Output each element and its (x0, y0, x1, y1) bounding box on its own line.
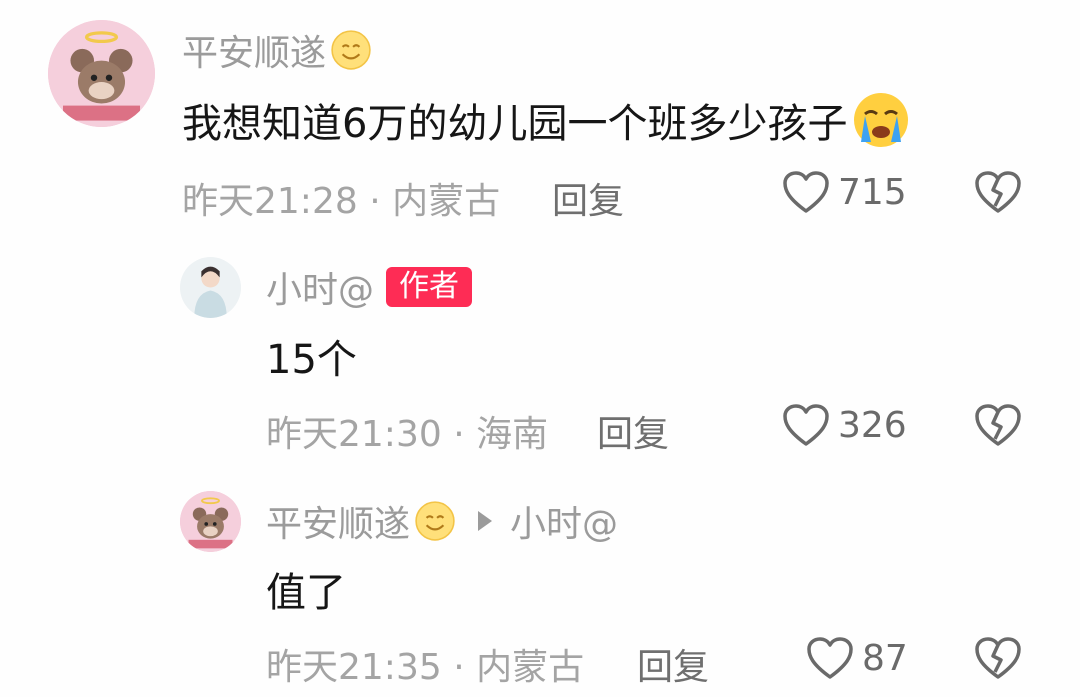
comment-text-content: 我想知道6万的幼儿园一个班多少孩子 (182, 101, 848, 147)
username-label: 平安顺遂 (266, 504, 411, 545)
comment-section: 平安顺遂 我想知道6万的幼儿园一个班多少孩子 昨天21:28 · 内蒙古 回复 … (0, 0, 1080, 697)
reply-target-username[interactable]: 小时@ (510, 495, 618, 547)
dislike-button[interactable] (974, 170, 1022, 214)
username[interactable]: 小时@ 作者 (266, 262, 473, 312)
username[interactable]: 平安顺遂 (182, 26, 372, 74)
like-count: 87 (862, 637, 908, 679)
heart-outline-icon (783, 404, 829, 446)
broken-heart-icon (975, 637, 1021, 679)
username-label: 小时@ (266, 270, 375, 311)
like-count: 326 (838, 404, 907, 446)
smiley-emoji-icon (330, 29, 372, 71)
heart-outline-icon (783, 171, 829, 213)
avatar[interactable] (48, 20, 155, 127)
heart-outline-icon (807, 637, 853, 679)
broken-heart-icon (975, 404, 1021, 446)
username-label: 平安顺遂 (182, 33, 327, 74)
comment-meta: 昨天21:30 · 海南 (266, 414, 549, 455)
reply-button[interactable]: 回复 (597, 405, 669, 457)
comment-text: 15个 (266, 330, 357, 383)
crying-emoji-icon (851, 90, 911, 150)
reply-button[interactable]: 回复 (552, 172, 624, 224)
comment-text-content: 15个 (266, 337, 357, 383)
comment-text: 我想知道6万的幼儿园一个班多少孩子 (182, 88, 911, 152)
dislike-button[interactable] (974, 403, 1022, 447)
broken-heart-icon (975, 171, 1021, 213)
like-button[interactable]: 715 (782, 170, 907, 214)
comment-meta: 昨天21:28 · 内蒙古 (182, 181, 501, 222)
dislike-button[interactable] (974, 636, 1022, 680)
comment-text-content: 值了 (266, 570, 346, 616)
username[interactable]: 平安顺遂 小时@ (266, 496, 618, 546)
like-button[interactable]: 87 (806, 636, 908, 680)
avatar[interactable] (180, 491, 241, 552)
play-triangle-icon (478, 511, 493, 531)
author-badge: 作者 (386, 267, 473, 307)
like-count: 715 (838, 171, 907, 213)
smiley-emoji-icon (414, 500, 456, 542)
like-button[interactable]: 326 (782, 403, 907, 447)
avatar[interactable] (180, 257, 241, 318)
comment-meta: 昨天21:35 · 内蒙古 (266, 647, 585, 688)
comment-text: 值了 (266, 563, 346, 616)
reply-button[interactable]: 回复 (637, 638, 709, 690)
